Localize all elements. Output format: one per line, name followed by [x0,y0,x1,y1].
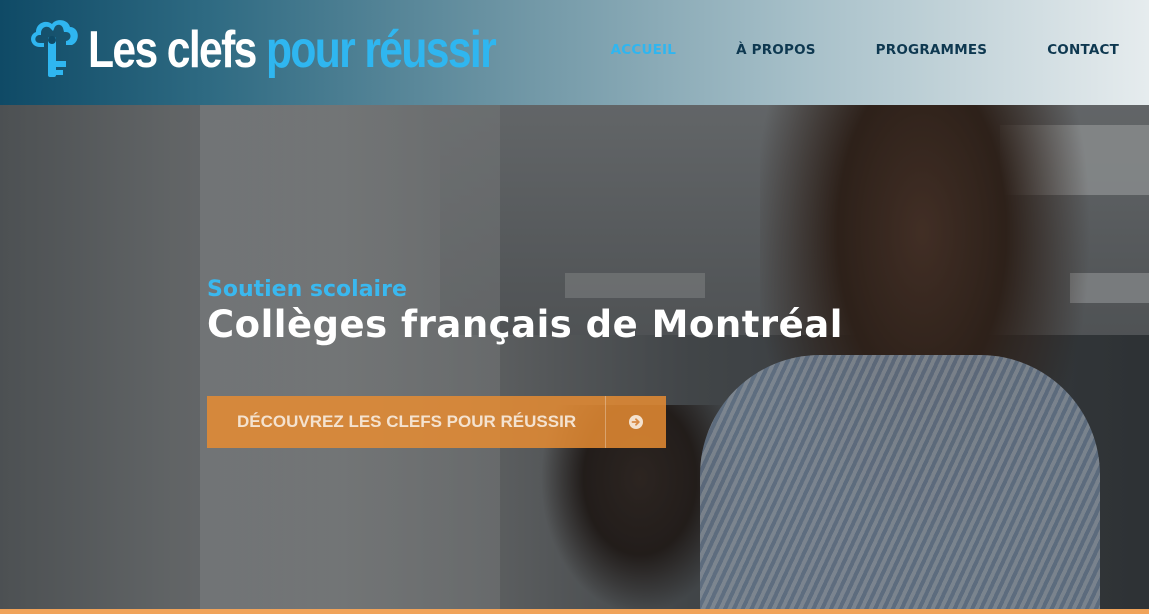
discover-button[interactable]: DÉCOUVREZ LES CLEFS POUR RÉUSSIR [207,396,666,448]
logo-word-les-clefs: Les clefs [88,21,257,79]
logo-word-pour-reussir: pour réussir [265,21,497,79]
arrow-circle-right-icon [606,414,666,430]
cloud-key-icon [31,20,78,77]
hero-overlay [0,105,1149,614]
site-header: Les clefs pour réussir ACCUEIL À PROPOS … [0,0,1149,105]
main-nav: ACCUEIL À PROPOS PROGRAMMES CONTACT [611,42,1119,58]
site-logo[interactable]: Les clefs pour réussir [26,12,584,88]
bottom-accent-bar [0,609,1149,614]
nav-programmes[interactable]: PROGRAMMES [876,42,988,58]
hero-section: Soutien scolaire Collèges français de Mo… [0,105,1149,614]
logo-wordmark: Les clefs pour réussir [88,21,497,79]
nav-a-propos[interactable]: À PROPOS [736,42,816,58]
hero-title: Collèges français de Montréal [207,303,843,346]
nav-accueil[interactable]: ACCUEIL [611,42,676,58]
hero-subtitle: Soutien scolaire [207,277,407,302]
discover-button-label: DÉCOUVREZ LES CLEFS POUR RÉUSSIR [237,412,577,431]
nav-contact[interactable]: CONTACT [1047,42,1119,58]
